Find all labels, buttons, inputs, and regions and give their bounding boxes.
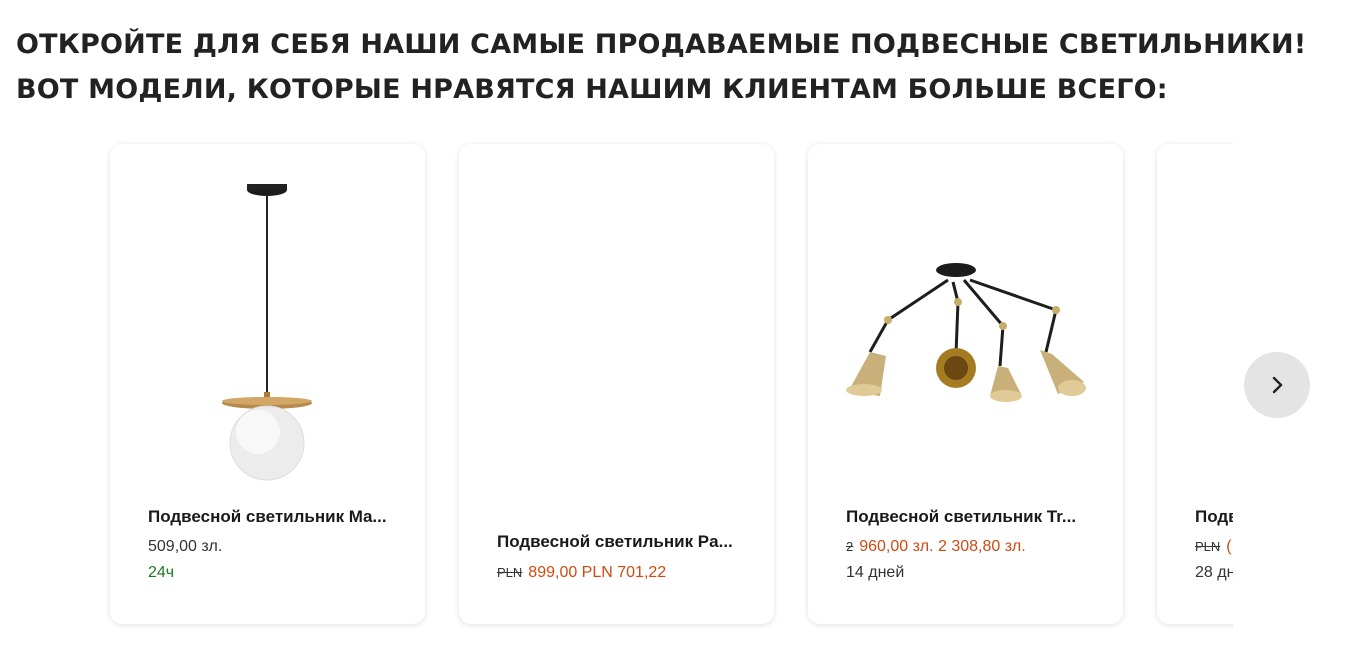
price-old: PLN — [497, 565, 523, 580]
delivery-time: 14 дней — [846, 564, 905, 581]
product-price: PLN ( — [1195, 538, 1232, 556]
product-title[interactable]: Подвесной светильник Tr... — [846, 507, 1094, 527]
product-image-placeholder[interactable] — [459, 144, 774, 494]
product-title[interactable]: Подвесной светильник Pa... — [497, 532, 745, 552]
price-current: 509,00 зл. — [148, 538, 223, 555]
product-card[interactable]: Подв PLN ( 28 дн — [1157, 144, 1233, 624]
heading-line-2: ВОТ МОДЕЛИ, КОТОРЫЕ НРАВЯТСЯ НАШИМ КЛИЕН… — [16, 74, 1168, 105]
delivery-time: 24ч — [148, 564, 175, 581]
product-card[interactable]: Подвесной светильник Ma... 509,00 зл. 24… — [110, 144, 425, 624]
product-price: 509,00 зл. — [148, 538, 222, 556]
product-carousel: Подвесной светильник Ma... 509,00 зл. 24… — [100, 134, 1233, 644]
product-price: 2 960,00 зл. 2 308,80 зл. — [846, 538, 1026, 556]
price-sale: 899,00 PLN 701,22 — [528, 564, 667, 581]
product-card[interactable]: Подвесной светильник Tr... 2 960,00 зл. 2… — [808, 144, 1123, 624]
product-card[interactable]: Подвесной светильник Pa... PLN 899,00 PLN… — [459, 144, 774, 624]
heading-line-1: ОТКРОЙТЕ ДЛЯ СЕБЯ НАШИ САМЫЕ ПРОДАВАЕМЫЕ… — [16, 29, 1307, 60]
section-heading: ОТКРОЙТЕ ДЛЯ СЕБЯ НАШИ САМЫЕ ПРОДАВАЕМЫЕ… — [16, 22, 1306, 112]
product-title[interactable]: Подв — [1195, 507, 1233, 527]
product-image-pendant-globe[interactable] — [110, 144, 425, 494]
price-old: PLN — [1195, 539, 1221, 554]
price-sale: ( — [1226, 538, 1232, 555]
product-image[interactable] — [1157, 144, 1233, 494]
carousel-next-button[interactable] — [1244, 352, 1310, 418]
price-sale: 960,00 зл. 2 308,80 зл. — [859, 538, 1026, 555]
product-title[interactable]: Подвесной светильник Ma... — [148, 507, 396, 527]
product-image-chandelier[interactable] — [808, 144, 1123, 494]
chevron-right-icon — [1272, 376, 1283, 394]
price-old: 2 — [846, 539, 854, 554]
product-price: PLN 899,00 PLN 701,22 — [497, 564, 666, 582]
delivery-time: 28 дн — [1195, 564, 1233, 581]
